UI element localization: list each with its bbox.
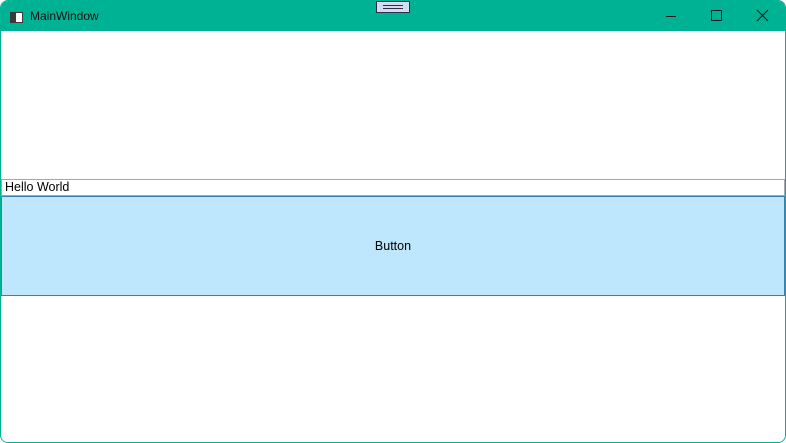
maximize-icon: [711, 10, 722, 21]
window-content: Hello World Button: [1, 31, 785, 442]
close-button[interactable]: [739, 1, 785, 31]
window-title: MainWindow: [30, 9, 99, 23]
main-button[interactable]: Button: [1, 196, 785, 296]
hello-textbox[interactable]: Hello World: [1, 179, 785, 196]
maximize-button[interactable]: [693, 1, 739, 31]
drag-handle-icon[interactable]: [376, 1, 410, 13]
main-window: MainWindow Hello World Button: [0, 0, 786, 443]
title-bar[interactable]: MainWindow: [1, 1, 785, 31]
main-button-label: Button: [374, 239, 412, 253]
minimize-button[interactable]: [647, 1, 693, 31]
minimize-icon: [666, 16, 676, 17]
app-window-icon: [10, 10, 23, 23]
close-icon: [756, 9, 769, 22]
